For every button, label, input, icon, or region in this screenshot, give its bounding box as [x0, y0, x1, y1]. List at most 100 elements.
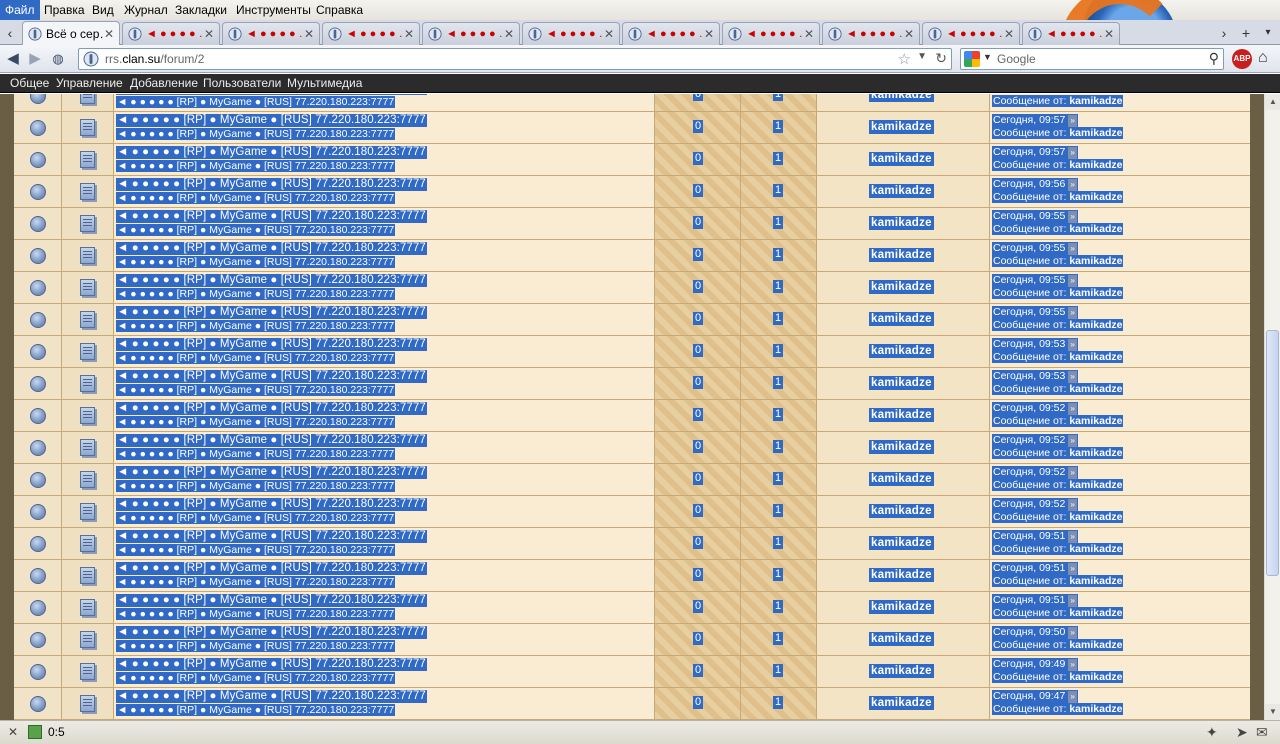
- topic-author-link[interactable]: kamikadze: [869, 344, 934, 358]
- last-post-by[interactable]: Сообщение от: kamikadze: [992, 127, 1124, 139]
- last-post-by[interactable]: Сообщение от: kamikadze: [992, 223, 1124, 235]
- tab[interactable]: ◄ ● ● ● ● …✕: [422, 22, 520, 45]
- tab-close-icon[interactable]: ✕: [1103, 27, 1115, 41]
- last-post-time[interactable]: Сегодня, 09:52»: [992, 466, 1078, 479]
- topic-title-link[interactable]: ◄ ● ● ● ● ● [RP] ● MyGame ● [RUS] 77.220…: [116, 242, 427, 255]
- goto-last-post-icon[interactable]: »: [1068, 339, 1077, 351]
- last-post-by[interactable]: Сообщение от: kamikadze: [992, 159, 1124, 171]
- topic-author-link[interactable]: kamikadze: [869, 216, 934, 230]
- topic-author-link[interactable]: kamikadze: [869, 376, 934, 390]
- last-post-by[interactable]: Сообщение от: kamikadze: [992, 703, 1124, 715]
- tab-selected[interactable]: Всё о сер…✕: [22, 21, 120, 46]
- goto-last-post-icon[interactable]: »: [1068, 275, 1077, 287]
- topic-author-link[interactable]: kamikadze: [869, 184, 934, 198]
- goto-last-post-icon[interactable]: »: [1068, 659, 1077, 671]
- topic-title-link[interactable]: ◄ ● ● ● ● ● [RP] ● MyGame ● [RUS] 77.220…: [116, 466, 427, 479]
- last-post-time[interactable]: Сегодня, 09:52»: [992, 498, 1078, 511]
- last-post-user[interactable]: kamikadze: [1069, 383, 1122, 395]
- last-post-user[interactable]: kamikadze: [1069, 575, 1122, 587]
- topic-author-link[interactable]: kamikadze: [869, 440, 934, 454]
- vertical-scrollbar[interactable]: ▲ ▼: [1264, 94, 1280, 720]
- tab-close-icon[interactable]: ✕: [703, 27, 715, 41]
- menu-view[interactable]: Вид: [87, 0, 119, 20]
- tab[interactable]: ◄ ● ● ● ● …✕: [222, 22, 320, 45]
- topic-title-link[interactable]: ◄ ● ● ● ● ● [RP] ● MyGame ● [RUS] 77.220…: [116, 146, 427, 159]
- last-post-time[interactable]: Сегодня, 09:49»: [992, 658, 1078, 671]
- topic-title-link[interactable]: ◄ ● ● ● ● ● [RP] ● MyGame ● [RUS] 77.220…: [116, 498, 427, 511]
- tab[interactable]: ◄ ● ● ● ● …✕: [1022, 22, 1120, 45]
- goto-last-post-icon[interactable]: »: [1068, 211, 1077, 223]
- topic-author-link[interactable]: kamikadze: [869, 120, 934, 134]
- last-post-by[interactable]: Сообщение от: kamikadze: [992, 479, 1124, 491]
- tab[interactable]: ◄ ● ● ● ● …✕: [522, 22, 620, 45]
- last-post-by[interactable]: Сообщение от: kamikadze: [992, 639, 1124, 651]
- last-post-user[interactable]: kamikadze: [1069, 671, 1122, 683]
- menu-history[interactable]: Журнал: [119, 0, 173, 20]
- tab[interactable]: ◄ ● ● ● ● …✕: [822, 22, 920, 45]
- last-post-by[interactable]: Сообщение от: kamikadze: [992, 447, 1124, 459]
- topic-author-link[interactable]: kamikadze: [869, 312, 934, 326]
- tab[interactable]: ◄ ● ● ● ● …✕: [622, 22, 720, 45]
- last-post-user[interactable]: kamikadze: [1069, 287, 1122, 299]
- topic-author-link[interactable]: kamikadze: [869, 664, 934, 678]
- topic-author-link[interactable]: kamikadze: [869, 408, 934, 422]
- topic-author-link[interactable]: kamikadze: [869, 472, 934, 486]
- scrollbar-thumb[interactable]: [1266, 330, 1279, 576]
- topic-title-link[interactable]: ◄ ● ● ● ● ● [RP] ● MyGame ● [RUS] 77.220…: [116, 114, 427, 127]
- topic-title-link[interactable]: ◄ ● ● ● ● ● [RP] ● MyGame ● [RUS] 77.220…: [116, 370, 427, 383]
- menu-file[interactable]: Файл: [0, 0, 40, 20]
- last-post-time[interactable]: Сегодня, 09:53»: [992, 338, 1078, 351]
- search-engine-dropdown-icon[interactable]: ▼: [983, 52, 992, 62]
- admin-add[interactable]: Добавление: [130, 74, 198, 93]
- scroll-up-icon[interactable]: ▲: [1265, 94, 1280, 110]
- topic-title-link[interactable]: ◄ ● ● ● ● ● [RP] ● MyGame ● [RUS] 77.220…: [116, 594, 427, 607]
- last-post-time[interactable]: Сегодня, 09:55»: [992, 274, 1078, 287]
- admin-general[interactable]: Общее: [10, 74, 49, 93]
- menu-tools[interactable]: Инструменты: [231, 0, 316, 20]
- topic-author-link[interactable]: kamikadze: [869, 280, 934, 294]
- topic-author-link[interactable]: kamikadze: [869, 696, 934, 710]
- last-post-by[interactable]: Сообщение от: kamikadze: [992, 575, 1124, 587]
- last-post-user[interactable]: kamikadze: [1069, 159, 1122, 171]
- last-post-time[interactable]: Сегодня, 09:55»: [992, 210, 1078, 223]
- forward-icon[interactable]: ▶: [25, 50, 45, 68]
- topic-author-link[interactable]: kamikadze: [869, 248, 934, 262]
- topic-title-link[interactable]: ◄ ● ● ● ● ● [RP] ● MyGame ● [RUS] 77.220…: [116, 690, 427, 703]
- topic-title-link[interactable]: ◄ ● ● ● ● ● [RP] ● MyGame ● [RUS] 77.220…: [116, 338, 427, 351]
- goto-last-post-icon[interactable]: »: [1068, 563, 1077, 575]
- last-post-time[interactable]: Сегодня, 09:55»: [992, 306, 1078, 319]
- bookmark-star-icon[interactable]: ☆: [898, 50, 911, 68]
- last-post-by[interactable]: Сообщение от: kamikadze: [992, 95, 1124, 107]
- goto-last-post-icon[interactable]: »: [1068, 403, 1077, 415]
- close-findbar-icon[interactable]: ✕: [8, 725, 18, 739]
- last-post-time[interactable]: Сегодня, 09:52»: [992, 434, 1078, 447]
- last-post-by[interactable]: Сообщение от: kamikadze: [992, 383, 1124, 395]
- last-post-user[interactable]: kamikadze: [1069, 703, 1122, 715]
- last-post-time[interactable]: Сегодня, 09:51»: [992, 594, 1078, 607]
- menu-bookmarks[interactable]: Закладки: [170, 0, 232, 20]
- fox-addon-icon[interactable]: ✦: [1206, 724, 1218, 741]
- last-post-user[interactable]: kamikadze: [1069, 223, 1122, 235]
- gmail-icon[interactable]: ✉: [1256, 724, 1268, 741]
- tab[interactable]: ◄ ● ● ● ● …✕: [322, 22, 420, 45]
- topic-author-link[interactable]: kamikadze: [869, 504, 934, 518]
- tab-close-icon[interactable]: ✕: [603, 27, 615, 41]
- last-post-by[interactable]: Сообщение от: kamikadze: [992, 319, 1124, 331]
- url-bar[interactable]: rrs.clan.su/forum/2 ☆ ▼ ↻: [78, 48, 952, 70]
- topic-title-link[interactable]: ◄ ● ● ● ● ● [RP] ● MyGame ● [RUS] 77.220…: [116, 434, 427, 447]
- last-post-time[interactable]: Сегодня, 09:52»: [992, 402, 1078, 415]
- topic-title-link[interactable]: ◄ ● ● ● ● ● [RP] ● MyGame ● [RUS] 77.220…: [116, 306, 427, 319]
- last-post-user[interactable]: kamikadze: [1069, 351, 1122, 363]
- goto-last-post-icon[interactable]: »: [1068, 691, 1077, 703]
- goto-last-post-icon[interactable]: »: [1068, 371, 1077, 383]
- goto-last-post-icon[interactable]: »: [1068, 531, 1077, 543]
- last-post-user[interactable]: kamikadze: [1069, 479, 1122, 491]
- goto-last-post-icon[interactable]: »: [1068, 467, 1077, 479]
- goto-last-post-icon[interactable]: »: [1068, 435, 1077, 447]
- last-post-by[interactable]: Сообщение от: kamikadze: [992, 351, 1124, 363]
- scroll-tabs-right-icon[interactable]: ›: [1216, 24, 1232, 42]
- tab-close-icon[interactable]: ✕: [903, 27, 915, 41]
- last-post-time[interactable]: Сегодня, 09:57»: [992, 114, 1078, 127]
- last-post-time[interactable]: Сегодня, 09:56»: [992, 178, 1078, 191]
- topic-title-link[interactable]: ◄ ● ● ● ● ● [RP] ● MyGame ● [RUS] 77.220…: [116, 274, 427, 287]
